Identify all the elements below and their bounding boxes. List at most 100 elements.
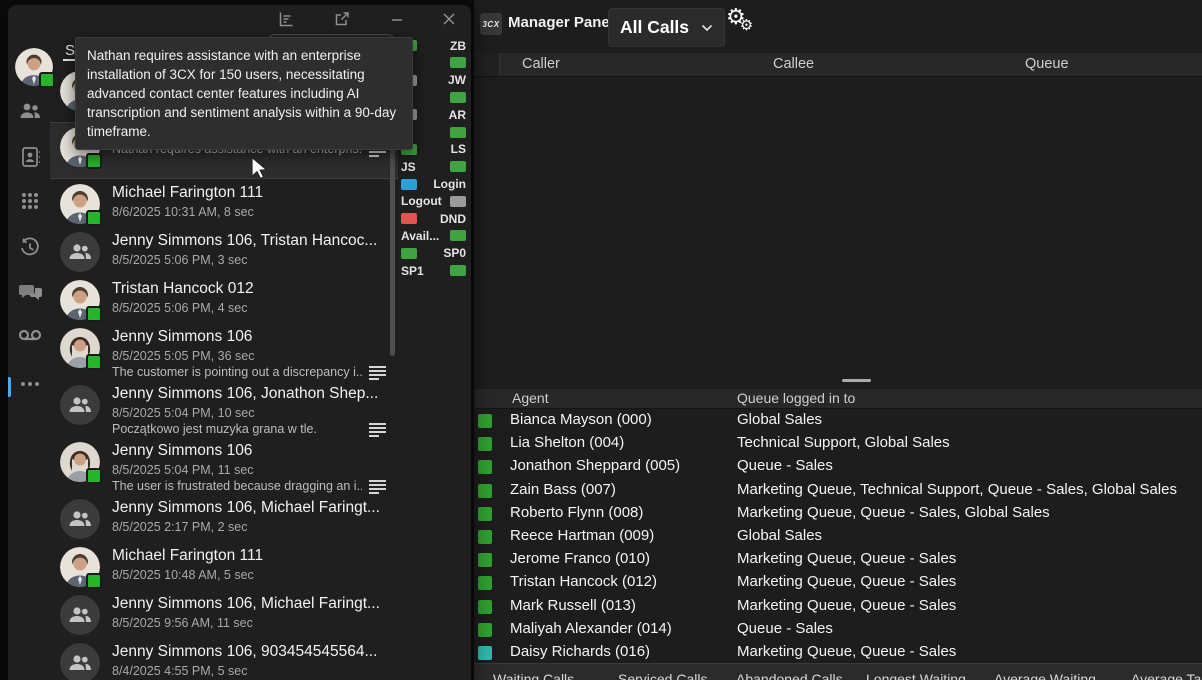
agent-status-square	[478, 530, 492, 544]
status-label: LS	[451, 142, 466, 156]
column-header[interactable]: Queue logged in to	[737, 390, 855, 406]
call-list-item[interactable]: Michael Farington 1118/6/2025 10:31 AM, …	[50, 179, 398, 227]
splitter-drag-handle[interactable]	[842, 379, 871, 382]
calls-filter-dropdown[interactable]: All Calls	[608, 8, 725, 47]
calls-filter-label: All Calls	[620, 17, 689, 38]
column-header[interactable]: Agent	[512, 390, 549, 406]
call-datetime-duration: 8/5/2025 10:48 AM, 5 sec	[112, 567, 398, 583]
agent-row[interactable]: Roberto Flynn (008)Marketing Queue, Queu…	[474, 503, 1202, 526]
chevron-down-icon	[701, 24, 713, 32]
call-name: Jenny Simmons 106, Jonathon Shep...	[112, 383, 398, 405]
status-strip-row[interactable]: SP0	[396, 245, 471, 262]
agent-row[interactable]: Jerome Franco (010)Marketing Queue, Queu…	[474, 549, 1202, 572]
agent-queues: Marketing Queue, Queue - Sales	[737, 550, 956, 567]
sidebar-item-voicemail[interactable]	[8, 328, 52, 342]
calls-header-stub	[474, 53, 500, 76]
agent-row[interactable]: Zain Bass (007)Marketing Queue, Technica…	[474, 480, 1202, 503]
agent-status-square	[478, 507, 492, 521]
column-header-queue[interactable]: Queue	[1025, 56, 1069, 72]
call-avatar	[60, 595, 100, 635]
team-icon	[18, 101, 42, 121]
call-avatar	[60, 385, 100, 425]
presence-indicator	[86, 153, 102, 169]
call-datetime-duration: 8/5/2025 5:05 PM, 36 sec	[112, 348, 398, 364]
minimize-icon[interactable]	[388, 10, 406, 28]
presence-indicator	[86, 573, 102, 589]
group-avatar	[60, 595, 100, 635]
group-avatar	[60, 385, 100, 425]
transcript-icon	[369, 480, 386, 495]
close-icon[interactable]	[440, 10, 458, 28]
status-label: Logout	[401, 194, 442, 208]
sidebar-item-dialpad[interactable]	[8, 191, 52, 211]
stats-column-header: Serviced Calls	[618, 671, 707, 680]
column-header-caller[interactable]: Caller	[522, 56, 560, 72]
agent-status-square	[478, 576, 492, 590]
agent-queues: Marketing Queue, Queue - Sales	[737, 597, 956, 614]
status-strip-row[interactable]: Login	[396, 175, 471, 192]
call-list-item[interactable]: Jenny Simmons 106, Michael Faringt...8/5…	[50, 590, 398, 638]
status-label: DND	[440, 212, 466, 226]
agent-status-square	[478, 460, 492, 474]
status-label: SP1	[401, 264, 424, 278]
agent-queues: Technical Support, Global Sales	[737, 434, 950, 451]
group-avatar	[60, 643, 100, 680]
status-square	[450, 265, 466, 276]
status-square	[450, 196, 466, 207]
call-datetime-duration: 8/4/2025 4:55 PM, 5 sec	[112, 663, 398, 679]
call-name: Tristan Hancock 012	[112, 278, 398, 300]
agent-status-square	[478, 553, 492, 567]
agent-queues: Marketing Queue, Queue - Sales, Global S…	[737, 504, 1050, 521]
settings-gears-icon[interactable]: ⚙⚙	[726, 6, 759, 31]
agent-row[interactable]: Jonathon Sheppard (005)Queue - Sales	[474, 456, 1202, 479]
profile-avatar[interactable]	[15, 48, 53, 86]
column-header-callee[interactable]: Callee	[773, 56, 814, 72]
call-datetime-duration: 8/5/2025 9:56 AM, 11 sec	[112, 615, 398, 631]
call-list-item[interactable]: Michael Farington 1118/5/2025 10:48 AM, …	[50, 542, 398, 590]
status-square	[450, 161, 466, 172]
call-avatar	[60, 232, 100, 272]
status-label: Login	[433, 177, 466, 191]
stats-column-header: Average Ta	[1131, 671, 1201, 680]
call-list-item[interactable]: Jenny Simmons 106, Jonathon Shep...8/5/2…	[50, 380, 398, 437]
agent-queues: Marketing Queue, Queue - Sales	[737, 643, 956, 660]
agent-row[interactable]: Bianca Mayson (000)Global Sales	[474, 410, 1202, 433]
call-avatar	[60, 547, 100, 587]
sidebar-item-team[interactable]	[8, 101, 52, 121]
agent-row[interactable]: Tristan Hancock (012)Marketing Queue, Qu…	[474, 572, 1202, 595]
call-list-item[interactable]: Jenny Simmons 1068/5/2025 5:05 PM, 36 se…	[50, 323, 398, 380]
call-list-item[interactable]: Tristan Hancock 0128/5/2025 5:06 PM, 4 s…	[50, 275, 398, 323]
status-strip-row[interactable]: Logout	[396, 193, 471, 210]
sidebar-item-more[interactable]	[8, 381, 52, 387]
mouse-cursor	[248, 156, 270, 185]
agent-queues: Global Sales	[737, 411, 822, 428]
sidebar-item-contacts[interactable]	[8, 146, 52, 168]
agent-row[interactable]: Daisy Richards (016)Marketing Queue, Que…	[474, 642, 1202, 663]
list-scrollbar-thumb[interactable]	[390, 126, 395, 356]
call-list-item[interactable]: Jenny Simmons 1068/5/2025 5:04 PM, 11 se…	[50, 437, 398, 494]
sidebar-item-history[interactable]	[8, 237, 52, 259]
splitter	[474, 366, 1202, 389]
popout-icon[interactable]	[333, 10, 351, 28]
call-list-item[interactable]: Jenny Simmons 106, Michael Faringt...8/5…	[50, 494, 398, 542]
agent-row[interactable]: Lia Shelton (004)Technical Support, Glob…	[474, 433, 1202, 456]
status-strip-row[interactable]: SP1	[396, 262, 471, 279]
status-strip-row[interactable]: Avail...	[396, 227, 471, 244]
call-list: 8/6/2025 10:32 AM, 32 secNathan requires…	[50, 66, 398, 680]
group-avatar	[60, 232, 100, 272]
status-strip-row[interactable]: DND	[396, 210, 471, 227]
agent-row[interactable]: Maliyah Alexander (014)Queue - Sales	[474, 619, 1202, 642]
agent-status-square	[478, 437, 492, 451]
sidebar-item-chat[interactable]	[8, 282, 52, 302]
call-list-item[interactable]: Jenny Simmons 106, Tristan Hancoc...8/5/…	[50, 227, 398, 275]
status-strip-row[interactable]: JS	[396, 158, 471, 175]
page-title: Manager Panel	[508, 14, 614, 31]
stats-icon[interactable]	[277, 10, 295, 28]
agent-row[interactable]: Reece Hartman (009)Global Sales	[474, 526, 1202, 549]
call-name: Michael Farington 111	[112, 182, 398, 204]
agent-row[interactable]: Mark Russell (013)Marketing Queue, Queue…	[474, 596, 1202, 619]
status-square	[450, 57, 466, 68]
call-list-item[interactable]: Jenny Simmons 106, 903454545564...8/4/20…	[50, 638, 398, 680]
presence-indicator	[86, 306, 102, 322]
status-square	[450, 230, 466, 241]
